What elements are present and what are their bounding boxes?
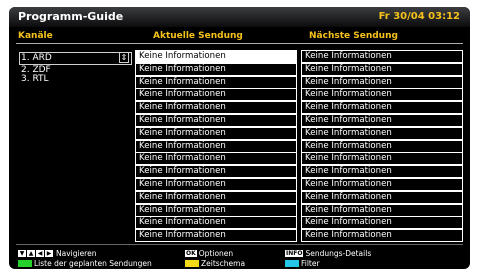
program-cell[interactable]: Keine Informationen xyxy=(135,101,297,115)
program-cell[interactable]: Keine Informationen xyxy=(301,229,463,243)
program-cell[interactable]: Keine Informationen xyxy=(135,88,297,102)
navigate-label: Navigieren xyxy=(56,249,97,258)
program-cell[interactable]: Keine Informationen xyxy=(301,126,463,140)
scheduled-list-label: Liste der geplanten Sendungen xyxy=(34,259,152,268)
arrow-right-icon: ▶ xyxy=(45,250,53,257)
legend-timeline: Zeitschema xyxy=(185,259,245,268)
legend-details: INFO Sendungs-Details xyxy=(285,249,371,258)
program-cell[interactable]: Keine Informationen xyxy=(301,88,463,102)
program-cell[interactable]: Keine Informationen xyxy=(135,75,297,89)
program-cell[interactable]: Keine Informationen xyxy=(301,75,463,89)
program-cell[interactable]: Keine Informationen xyxy=(301,165,463,179)
program-cell[interactable]: Keine Informationen xyxy=(301,216,463,230)
program-cell[interactable]: Keine Informationen xyxy=(301,62,463,76)
channels-column-header: Kanäle xyxy=(18,31,53,41)
options-label: Optionen xyxy=(198,249,234,258)
program-cell[interactable]: Keine Informationen xyxy=(301,50,463,63)
program-cell[interactable]: Keine Informationen xyxy=(135,216,297,230)
program-cell[interactable]: Keine Informationen xyxy=(135,126,297,140)
program-cell[interactable]: Keine Informationen xyxy=(135,139,297,153)
filter-label: Filter xyxy=(301,259,320,268)
up-down-arrow-icon: ⇕ xyxy=(120,52,128,62)
program-cell[interactable]: Keine Informationen xyxy=(135,165,297,179)
arrow-down-icon: ▼ xyxy=(18,250,26,257)
program-cell[interactable]: Keine Informationen xyxy=(135,203,297,217)
channel-item[interactable]: 3. RTL xyxy=(21,75,49,84)
header-divider xyxy=(16,43,463,44)
program-cell[interactable]: Keine Informationen xyxy=(301,139,463,153)
program-cell[interactable]: Keine Informationen xyxy=(135,190,297,204)
program-cell[interactable]: Keine Informationen xyxy=(135,50,297,63)
channel-list: 1. ARD 2. ZDF 3. RTL xyxy=(19,52,132,84)
title-bar: Programm-Guide Fr 30/04 03:12 xyxy=(9,7,470,27)
program-cell[interactable]: Keine Informationen xyxy=(301,178,463,191)
yellow-key-icon xyxy=(185,260,199,267)
blue-key-icon xyxy=(285,260,299,267)
legend-filter: Filter xyxy=(285,259,320,268)
ok-key-icon: OK xyxy=(185,250,197,257)
arrow-up-icon: ▲ xyxy=(27,250,35,257)
program-cell[interactable]: Keine Informationen xyxy=(135,178,297,191)
channel-spinner[interactable]: ⇕ xyxy=(119,52,129,63)
timeline-label: Zeitschema xyxy=(201,259,246,268)
program-cell[interactable]: Keine Informationen xyxy=(301,114,463,127)
program-cell[interactable]: Keine Informationen xyxy=(301,152,463,166)
program-cell[interactable]: Keine Informationen xyxy=(301,190,463,204)
program-cell[interactable]: Keine Informationen xyxy=(301,203,463,217)
program-cell[interactable]: Keine Informationen xyxy=(301,101,463,115)
program-cell[interactable]: Keine Informationen xyxy=(135,152,297,166)
page-title: Programm-Guide xyxy=(18,10,124,23)
current-program-column-header: Aktuelle Sendung xyxy=(153,31,243,41)
program-cell[interactable]: Keine Informationen xyxy=(135,114,297,127)
date-time: Fr 30/04 03:12 xyxy=(378,11,460,22)
epg-window: Programm-Guide Fr 30/04 03:12 Kanäle Akt… xyxy=(9,7,470,269)
program-cell[interactable]: Keine Informationen xyxy=(135,229,297,243)
footer-divider xyxy=(16,244,463,245)
legend-options: OK Optionen xyxy=(185,249,233,258)
details-label: Sendungs-Details xyxy=(305,249,372,258)
channel-item[interactable]: 1. ARD xyxy=(21,54,52,63)
next-program-column-header: Nächste Sendung xyxy=(309,31,398,41)
arrow-left-icon: ◀ xyxy=(36,250,44,257)
legend-scheduled-list: Liste der geplanten Sendungen xyxy=(18,259,152,268)
info-key-icon: INFO xyxy=(285,250,304,257)
green-key-icon xyxy=(18,260,32,267)
program-cell[interactable]: Keine Informationen xyxy=(135,62,297,76)
legend-navigate: ▼ ▲ ◀ ▶ Navigieren xyxy=(18,249,96,258)
